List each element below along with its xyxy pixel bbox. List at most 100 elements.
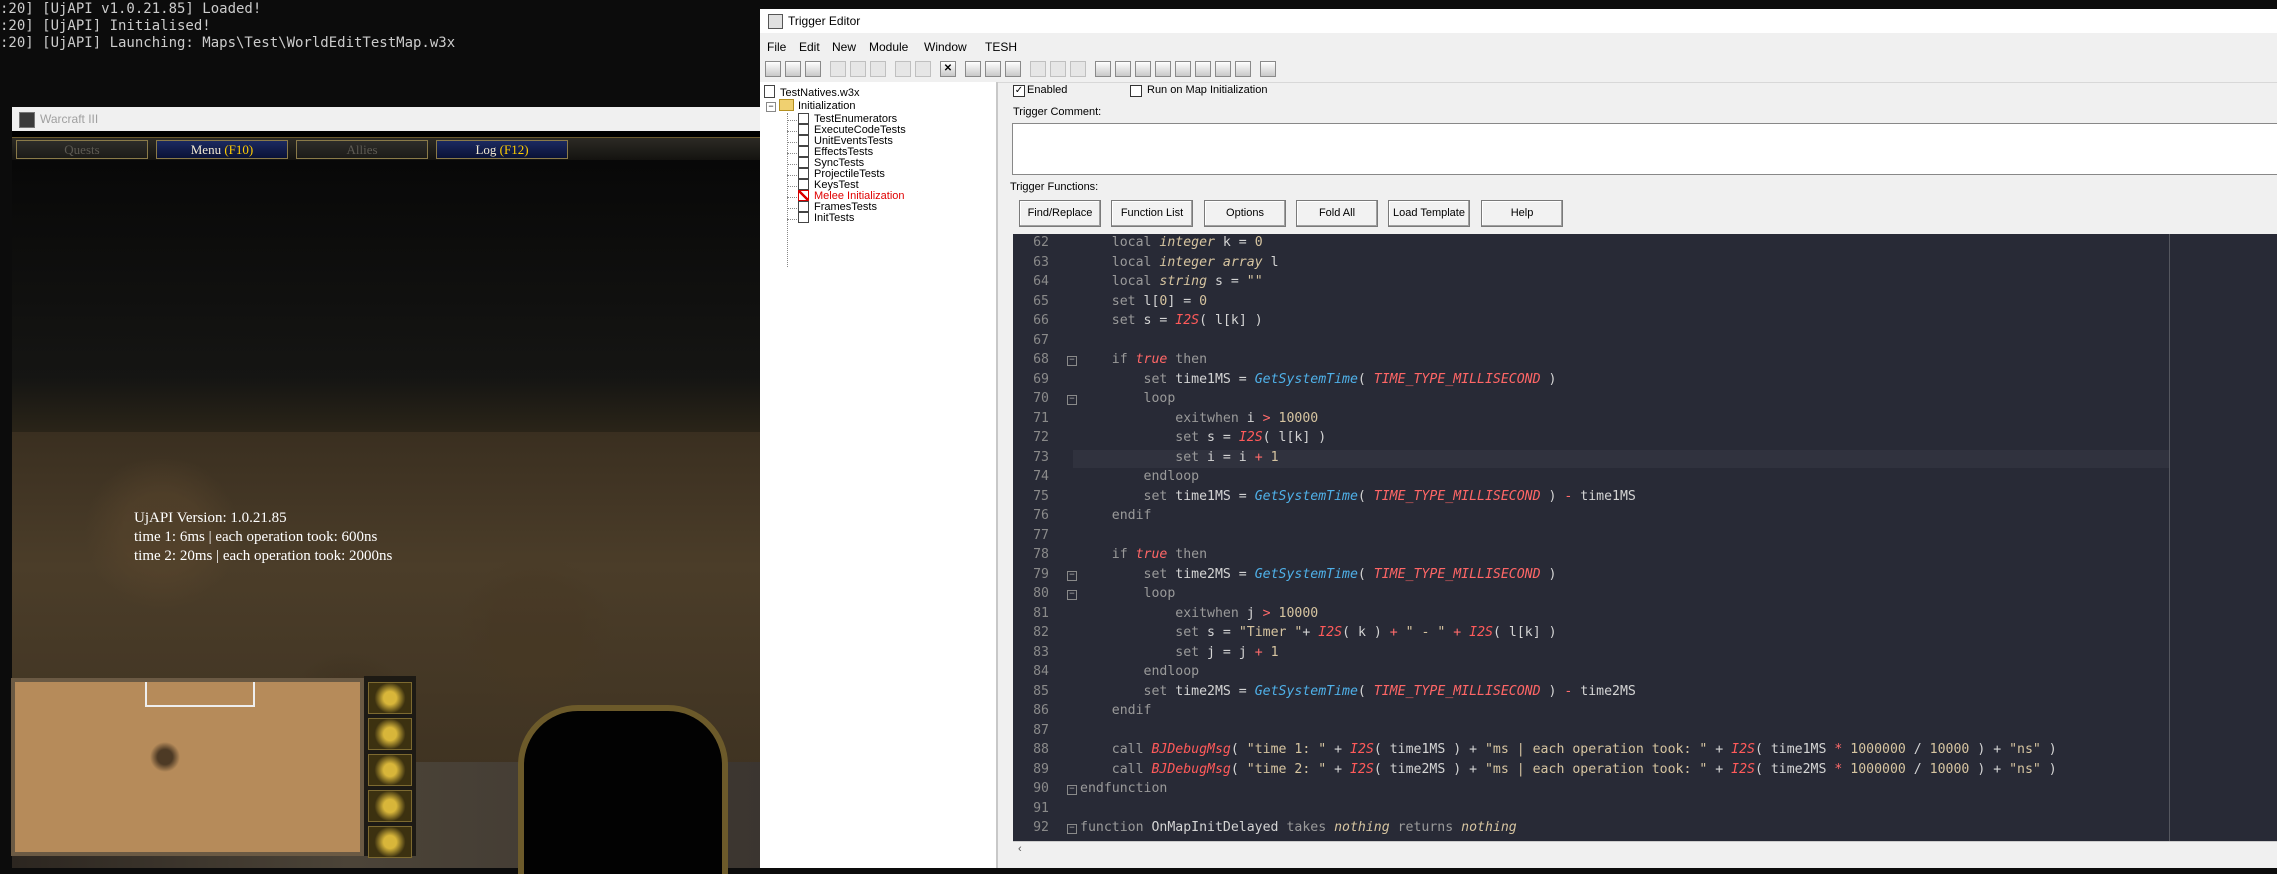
object-editor-icon[interactable] [1155, 61, 1171, 77]
code-line[interactable]: local string s = "" [1080, 274, 1263, 289]
fold-all-button[interactable]: Fold All [1296, 200, 1378, 227]
code-line[interactable]: set s = I2S( l[k] ) [1080, 430, 1326, 445]
horizontal-scrollbar[interactable]: ‹ [1013, 841, 2277, 859]
code-line[interactable]: if true then [1080, 352, 1207, 367]
code-token: ( [1357, 566, 1374, 582]
function-list-button[interactable]: Function List [1111, 200, 1193, 227]
fold-toggle-icon[interactable]: − [1067, 356, 1077, 366]
new-condition-icon[interactable] [1050, 61, 1066, 77]
import-manager-icon[interactable] [1235, 61, 1251, 77]
code-editor[interactable]: 62 local integer k = 0 63 local integer a… [1013, 234, 2277, 841]
quests-button[interactable]: Quests [16, 140, 148, 159]
campaign-editor-icon[interactable] [1175, 61, 1191, 77]
menu-tesh[interactable]: TESH [985, 37, 1017, 57]
run-on-init-checkbox[interactable] [1130, 85, 1142, 97]
code-line[interactable]: endif [1080, 703, 1152, 718]
ping-icon[interactable] [368, 682, 412, 714]
fold-toggle-icon[interactable]: − [1067, 590, 1077, 600]
code-line[interactable]: set s = I2S( l[k] ) [1080, 313, 1263, 328]
code-token: set [1080, 625, 1208, 640]
code-line[interactable]: set time2MS = GetSystemTime( TIME_TYPE_M… [1080, 566, 1557, 582]
code-line[interactable]: set time1MS = GetSystemTime( TIME_TYPE_M… [1080, 372, 1557, 387]
cut-icon[interactable] [830, 61, 846, 77]
menu-file[interactable]: File [767, 37, 786, 57]
fold-toggle-icon[interactable]: − [1067, 824, 1077, 834]
trigger-editor-window[interactable]: Trigger Editor File Edit New Module Wind… [760, 9, 2277, 868]
trigger-comment-input[interactable] [1012, 123, 2277, 175]
code-line[interactable]: loop [1080, 391, 1176, 406]
allies-button[interactable]: Allies [296, 140, 428, 159]
editor-titlebar[interactable]: Trigger Editor [760, 9, 2277, 33]
code-line[interactable]: set i = i + 1 [1080, 450, 1278, 465]
redo-icon[interactable] [915, 61, 931, 77]
minimap[interactable] [11, 678, 364, 856]
code-line[interactable]: if true then [1080, 547, 1207, 562]
formation-icon[interactable] [368, 826, 412, 858]
delete-icon[interactable]: ✕ [940, 61, 956, 77]
new-map-icon[interactable] [765, 61, 781, 77]
code-line[interactable]: endloop [1080, 664, 1200, 679]
code-line[interactable]: exitwhen j > 10000 [1080, 606, 1318, 621]
menu-label: Menu [190, 142, 222, 157]
find-replace-button[interactable]: Find/Replace [1019, 200, 1101, 227]
load-template-button[interactable]: Load Template [1388, 200, 1470, 227]
log-button[interactable]: Log (F12) [436, 140, 568, 159]
enabled-checkbox[interactable]: ✓ [1013, 85, 1025, 97]
code-line[interactable]: set s = "Timer "+ I2S( k ) + " - " + I2S… [1080, 625, 1556, 640]
menu-button[interactable]: Menu (F10) [156, 140, 288, 159]
sound-editor-icon[interactable] [1135, 61, 1151, 77]
code-line[interactable]: loop [1080, 586, 1176, 601]
code-line[interactable]: endloop [1080, 469, 1200, 484]
test-map-icon[interactable] [1260, 61, 1276, 77]
new-event-icon[interactable] [1030, 61, 1046, 77]
paste-icon[interactable] [870, 61, 886, 77]
tree-item-trigger[interactable]: InitTests [798, 212, 854, 224]
new-trigger-icon[interactable] [985, 61, 1001, 77]
tree-root-map[interactable]: TestNatives.w3x [764, 85, 859, 100]
menu-new[interactable]: New [832, 37, 856, 57]
trigger-editor-icon[interactable] [1115, 61, 1131, 77]
terrain-toggle-icon[interactable] [368, 718, 412, 750]
code-line[interactable]: endfunction [1080, 781, 1167, 796]
tree-folder-initialization[interactable]: Initialization [779, 99, 855, 113]
menu-edit[interactable]: Edit [799, 37, 820, 57]
code-line[interactable]: set j = j + 1 [1080, 645, 1278, 660]
new-comment-icon[interactable] [1005, 61, 1021, 77]
creep-toggle-icon[interactable] [368, 790, 412, 822]
menu-module[interactable]: Module [869, 37, 908, 57]
game-viewport-sky[interactable] [12, 160, 760, 432]
copy-icon[interactable] [850, 61, 866, 77]
fold-toggle-icon[interactable]: − [1067, 570, 1077, 581]
collapse-icon[interactable]: − [766, 102, 776, 112]
terrain-editor-icon[interactable] [1095, 61, 1111, 77]
undo-icon[interactable] [895, 61, 911, 77]
object-manager-icon[interactable] [1215, 61, 1231, 77]
code-line[interactable]: call BJDebugMsg( "time 2: " + I2S( time2… [1080, 762, 2057, 777]
code-line[interactable]: local integer k = 0 [1080, 235, 1263, 250]
trigger-tree[interactable]: TestNatives.w3x − Initialization TestEnu… [760, 82, 998, 868]
new-category-icon[interactable] [965, 61, 981, 77]
code-line[interactable]: endif [1080, 508, 1152, 523]
options-button[interactable]: Options [1204, 200, 1286, 227]
ai-editor-icon[interactable] [1195, 61, 1211, 77]
save-icon[interactable] [805, 61, 821, 77]
fold-toggle-icon[interactable]: − [1067, 395, 1077, 405]
new-action-icon[interactable] [1070, 61, 1086, 77]
code-token: time2MS = [1175, 683, 1255, 699]
code-line[interactable]: call BJDebugMsg( "time 1: " + I2S( time1… [1080, 742, 2057, 757]
fold-toggle-icon[interactable]: − [1067, 785, 1077, 795]
code-token: ) + [1969, 761, 2010, 777]
code-line[interactable]: function OnMapInitDelayed takes nothing … [1080, 820, 1517, 835]
scroll-left-icon[interactable]: ‹ [1018, 843, 1022, 855]
open-icon[interactable] [785, 61, 801, 77]
ally-color-icon[interactable] [368, 754, 412, 786]
code-line[interactable]: set l[0] = 0 [1080, 294, 1207, 309]
code-line[interactable]: set time1MS = GetSystemTime( TIME_TYPE_M… [1080, 489, 1636, 504]
menu-window[interactable]: Window [924, 37, 967, 57]
code-line[interactable]: set time2MS = GetSystemTime( TIME_TYPE_M… [1080, 684, 1636, 699]
tree-connector [787, 186, 797, 187]
help-button[interactable]: Help [1481, 200, 1563, 227]
code-line[interactable]: exitwhen i > 10000 [1080, 411, 1318, 426]
warcraft-titlebar[interactable]: Warcraft III [12, 107, 760, 131]
code-line[interactable]: local integer array l [1080, 255, 1279, 270]
